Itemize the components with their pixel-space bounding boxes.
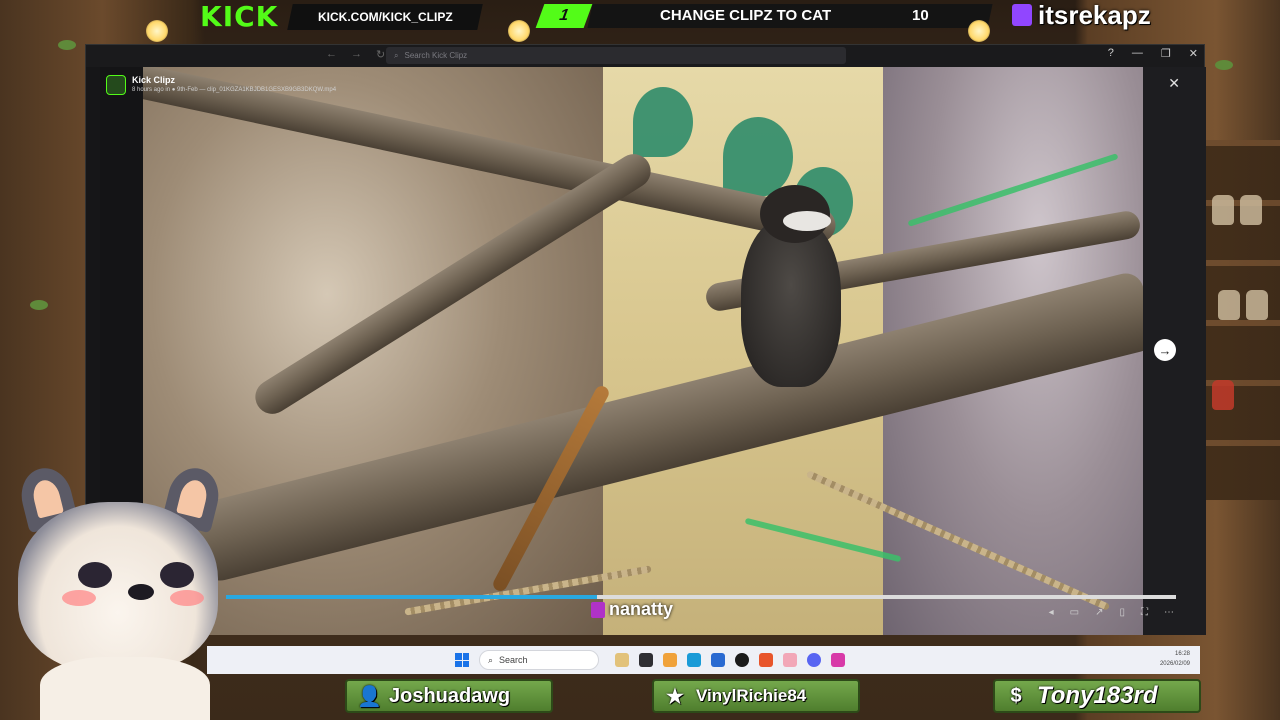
avatar-blush — [62, 590, 96, 606]
system-clock[interactable]: 16:28 2026/02/09 — [1160, 649, 1190, 669]
title-bar: ← → ↻ ⌕ Search Kick Clipz ? — ❐ ✕ — [86, 45, 1204, 67]
viewer-watermark: nanatty — [591, 599, 673, 620]
channel-name[interactable]: Kick Clipz — [132, 75, 336, 85]
brave-icon[interactable] — [759, 653, 773, 667]
jar — [1212, 195, 1234, 225]
windows-taskbar: ⌕ Search 16:28 2026/02/09 — [207, 646, 1200, 674]
latest-subscriber-plate: ★ VinylRichie84 — [652, 679, 860, 713]
jar — [1240, 195, 1262, 225]
theater-icon[interactable]: ▯ — [1119, 607, 1125, 618]
streamer-handle-text: itsrekapz — [1038, 0, 1151, 30]
jar — [1246, 290, 1268, 320]
search-input[interactable]: ⌕ Search Kick Clipz — [386, 47, 846, 64]
avatar-nose — [128, 584, 154, 600]
latest-subscriber-name: VinylRichie84 — [696, 686, 807, 705]
task-view-icon[interactable] — [639, 653, 653, 667]
clock-date: 2026/02/09 — [1159, 661, 1190, 667]
fullscreen-icon[interactable]: ⛶ — [1141, 607, 1148, 618]
goal-target: 10 — [912, 7, 929, 24]
jar — [1212, 380, 1234, 410]
captions-icon[interactable]: ▭ — [1070, 607, 1079, 618]
search-icon: ⌕ — [488, 654, 494, 665]
kick-url-badge: KICK.COM/KICK_CLIPZ — [287, 4, 483, 30]
clip-info: Kick Clipz 8 hours ago in ● 9th-Feb — cl… — [132, 75, 336, 93]
taskbar-search-label: Search — [499, 655, 528, 665]
copilot-icon[interactable] — [663, 653, 677, 667]
search-icon: ⌕ — [394, 50, 399, 60]
close-window-button[interactable]: ✕ — [1189, 47, 1198, 60]
volume-icon[interactable]: ◂ — [1049, 607, 1054, 618]
widgets-icon[interactable] — [615, 653, 629, 667]
discord-icon[interactable] — [807, 653, 821, 667]
clip-viewer-window: ← → ↻ ⌕ Search Kick Clipz ? — ❐ ✕ Kick C… — [85, 44, 1206, 635]
latest-donor-plate: $ Tony183rd — [993, 679, 1201, 713]
light-bulb — [508, 20, 530, 42]
forward-arrow-icon[interactable]: → — [351, 48, 362, 61]
store-icon[interactable] — [711, 653, 725, 667]
kick-badge-icon — [591, 601, 605, 618]
more-icon[interactable]: ⋯ — [1164, 607, 1174, 618]
streamer-avatar — [0, 462, 230, 720]
latest-follower-plate: 👤 Joshuadawg — [345, 679, 553, 713]
windows-start-icon[interactable] — [455, 653, 469, 667]
tamarin-mustache — [783, 211, 831, 231]
jar — [1218, 290, 1240, 320]
latest-donor-name: Tony183rd — [1037, 682, 1158, 709]
clock-time: 16:28 — [1174, 651, 1190, 657]
streamer-handle: itsrekapz — [1012, 0, 1151, 30]
avatar-eye — [78, 562, 112, 588]
goal-text: CHANGE CLIPZ TO CAT — [660, 7, 832, 24]
edge-icon[interactable] — [687, 653, 701, 667]
person-icon: 👤 — [357, 685, 382, 708]
clip-meta: 8 hours ago in ● 9th-Feb — clip_01KGZA1K… — [132, 87, 337, 93]
kick-url-text: KICK.COM/KICK_CLIPZ — [317, 10, 453, 24]
video-player[interactable] — [143, 67, 1143, 635]
taskbar-search[interactable]: ⌕ Search — [479, 650, 599, 670]
help-button[interactable]: ? — [1108, 47, 1114, 60]
next-clip-button[interactable]: → — [1154, 339, 1176, 361]
leaf — [58, 40, 76, 50]
clip-header: Kick Clipz 8 hours ago in ● 9th-Feb — cl… — [106, 75, 336, 105]
player-controls: ◂ ▭ ↗ ▯ ⛶ ⋯ — [1049, 607, 1174, 618]
back-arrow-icon[interactable]: ← — [326, 48, 337, 61]
search-placeholder: Search Kick Clipz — [404, 51, 468, 60]
goal-counter: 1 — [535, 4, 593, 28]
avatar-body — [40, 657, 210, 720]
kitchen-shelf — [1205, 140, 1280, 500]
leaf — [1215, 60, 1233, 70]
dollar-icon: $ — [1010, 684, 1022, 707]
avatar-head — [18, 502, 218, 672]
latest-follower-name: Joshuadawg — [389, 684, 511, 707]
obs-icon[interactable] — [735, 653, 749, 667]
kick-logo: KICK — [200, 0, 279, 33]
twitch-icon — [1012, 4, 1032, 26]
progress-fill — [226, 595, 597, 599]
light-bulb — [146, 20, 168, 42]
channel-avatar[interactable] — [106, 75, 126, 95]
share-icon[interactable]: ↗ — [1095, 607, 1103, 618]
stream-top-banner: KICK KICK.COM/KICK_CLIPZ 1 CHANGE CLIPZ … — [190, 0, 1280, 34]
leaf — [30, 300, 48, 310]
app-icon[interactable] — [831, 653, 845, 667]
arrow-right-icon: → — [1158, 342, 1172, 358]
avatar-eye — [160, 562, 194, 588]
restore-button[interactable]: ❐ — [1161, 47, 1171, 60]
minimize-button[interactable]: — — [1132, 47, 1143, 60]
close-viewer-button[interactable]: ✕ — [1168, 75, 1180, 92]
mural-leaf — [723, 117, 793, 197]
avatar-blush — [170, 590, 204, 606]
window-controls: ? — ❐ ✕ — [1108, 47, 1198, 60]
app-icon[interactable] — [783, 653, 797, 667]
refresh-icon[interactable]: ↻ — [376, 48, 385, 61]
star-icon: ★ — [666, 685, 684, 708]
light-bulb — [968, 20, 990, 42]
watermark-text: nanatty — [609, 599, 674, 619]
mural-leaf — [633, 87, 693, 157]
nav-arrows: ← → ↻ — [326, 48, 385, 61]
